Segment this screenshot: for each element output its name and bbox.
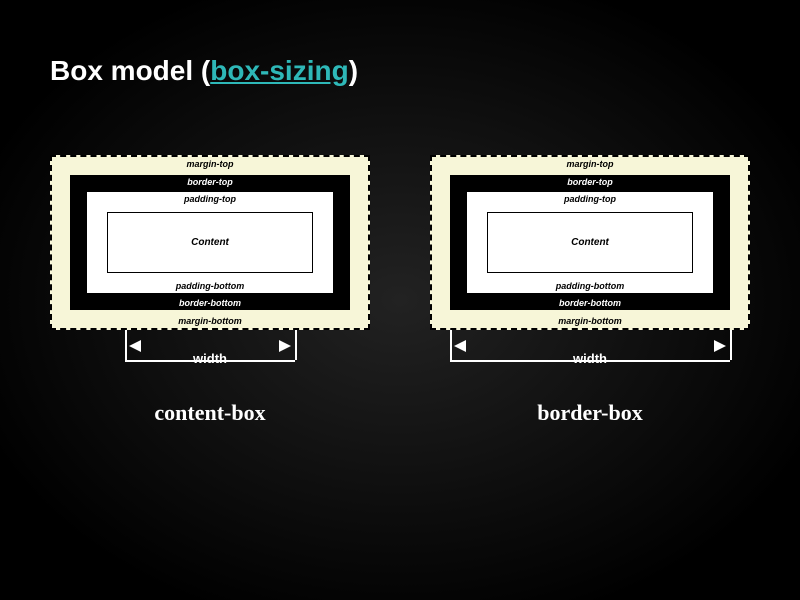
border-bottom-label: border-bottom — [70, 298, 350, 308]
margin-top-label: margin-top — [52, 159, 368, 169]
title-suffix: ) — [349, 55, 358, 86]
content-label: Content — [571, 237, 609, 248]
margin-bottom-label: margin-bottom — [432, 316, 748, 326]
box-sizing-link[interactable]: box-sizing — [210, 55, 348, 86]
border-top-label: border-top — [70, 177, 350, 187]
width-brackets-row: width width — [50, 345, 750, 385]
diagrams-row: margin-top margin-bottom margin-left mar… — [50, 155, 750, 330]
padding-bottom-label: padding-bottom — [87, 281, 333, 291]
width-label: width — [430, 351, 750, 366]
border-layer: border-top border-bottom border-left bor… — [450, 175, 730, 310]
padding-layer: padding-top padding-bottom padding-left … — [86, 191, 334, 294]
caption-border-box: border-box — [430, 400, 750, 426]
padding-layer: padding-top padding-bottom padding-left … — [466, 191, 714, 294]
margin-bottom-label: margin-bottom — [52, 316, 368, 326]
padding-top-label: padding-top — [87, 194, 333, 204]
width-label: width — [50, 351, 370, 366]
slide-title: Box model (box-sizing) — [50, 55, 358, 87]
content-label: Content — [191, 237, 229, 248]
border-bottom-label: border-bottom — [450, 298, 730, 308]
captions-row: content-box border-box — [50, 400, 750, 426]
margin-top-label: margin-top — [432, 159, 748, 169]
border-layer: border-top border-bottom border-left bor… — [70, 175, 350, 310]
box-model-content-box: margin-top margin-bottom margin-left mar… — [50, 155, 370, 330]
box-model-border-box: margin-top margin-bottom margin-left mar… — [430, 155, 750, 330]
width-bracket-content-box: width — [50, 345, 370, 385]
caption-content-box: content-box — [50, 400, 370, 426]
padding-bottom-label: padding-bottom — [467, 281, 713, 291]
slide: Box model (box-sizing) margin-top margin… — [0, 0, 800, 600]
border-top-label: border-top — [450, 177, 730, 187]
width-bracket-border-box: width — [430, 345, 750, 385]
content-layer: Content — [107, 212, 313, 273]
padding-top-label: padding-top — [467, 194, 713, 204]
content-layer: Content — [487, 212, 693, 273]
title-prefix: Box model ( — [50, 55, 210, 86]
